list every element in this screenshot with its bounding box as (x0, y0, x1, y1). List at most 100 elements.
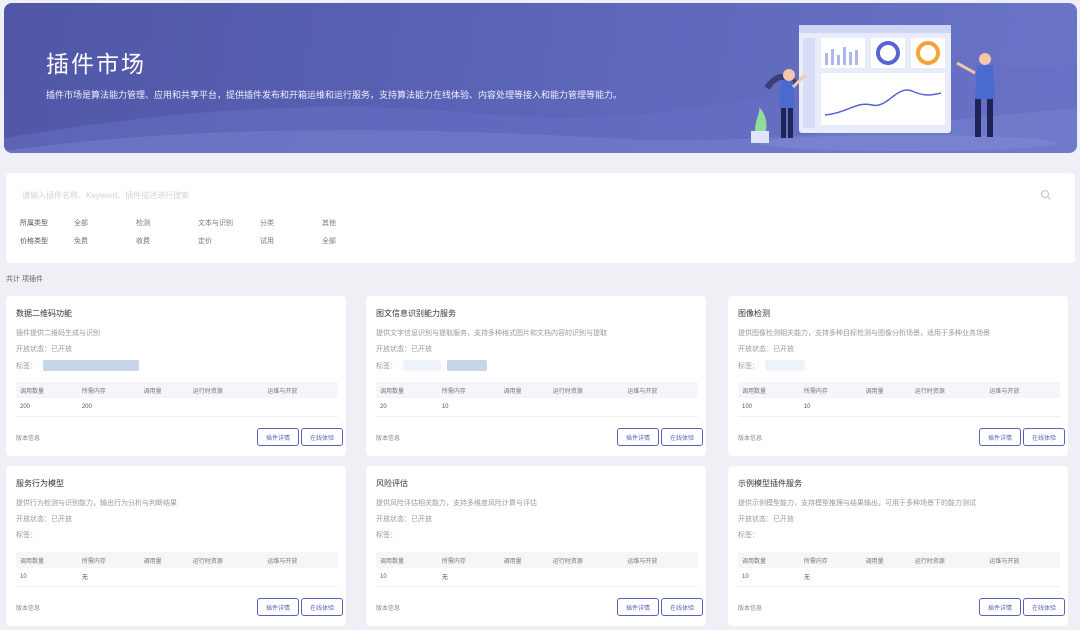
plugin-title[interactable]: 数据二维码功能 (16, 308, 72, 319)
plugin-status: 开放状态：已开放 (16, 346, 72, 353)
filter-option[interactable]: 全部 (322, 236, 384, 246)
tag-label: 标签： (16, 532, 37, 539)
tag-label: 标签： (376, 362, 397, 370)
try-online-button[interactable]: 在线体验 (1023, 428, 1065, 446)
plugin-description: 提供行为检测与识别能力，输出行为分析与判断结果 (16, 500, 177, 507)
table-header: 调用量 (139, 552, 189, 568)
table-row: 10 无 (16, 568, 338, 587)
tag-chip (43, 360, 139, 371)
filter-option[interactable]: 全部 (74, 218, 136, 228)
table-header: 调用数量 (16, 382, 78, 398)
plugin-detail-button[interactable]: 插件详情 (617, 428, 659, 446)
plugin-version: 版本信息 (738, 436, 763, 442)
filter-option[interactable]: 免费 (74, 236, 136, 246)
tag-label: 标签： (376, 532, 397, 539)
table-cell (985, 398, 1060, 417)
table-header: 运维与开放 (623, 552, 698, 568)
filter-option[interactable]: 其他 (322, 218, 384, 228)
table-header-row: 调用数量 所需内存 调用量 运行时资源 运维与开放 (738, 552, 1060, 568)
filter-option[interactable]: 检测 (136, 218, 198, 228)
table-header: 运维与开放 (263, 552, 338, 568)
table-cell (263, 398, 338, 417)
plugin-version: 版本信息 (16, 606, 41, 612)
filter-option[interactable]: 定价 (198, 236, 260, 246)
filter-label: 所属类型 (20, 220, 48, 227)
plugin-title[interactable]: 服务行为模型 (16, 478, 64, 489)
try-online-button[interactable]: 在线体验 (301, 428, 343, 446)
table-cell (623, 568, 698, 587)
table-header: 所需内存 (77, 382, 140, 398)
plugin-stats-table: 调用数量 所需内存 调用量 运行时资源 运维与开放 20 10 (376, 382, 698, 417)
plugin-description: 提供示例模型能力，支持模型推理与结果输出，可用于多种场景下的能力测试 (738, 500, 976, 507)
table-cell: 10 (16, 568, 78, 587)
table-cell (910, 568, 986, 587)
table-header: 运行时资源 (910, 382, 986, 398)
plugin-title[interactable]: 示例模型插件服务 (738, 478, 802, 489)
plugin-card: 服务行为模型 提供行为检测与识别能力，输出行为分析与判断结果 开放状态：已开放 … (6, 466, 346, 626)
table-header: 调用量 (499, 552, 549, 568)
tag-chip (447, 360, 487, 371)
plugin-detail-button[interactable]: 插件详情 (617, 598, 659, 616)
table-cell: 200 (77, 398, 140, 417)
plugin-stats-table: 调用数量 所需内存 调用量 运行时资源 运维与开放 200 200 (16, 382, 338, 417)
table-header: 调用数量 (16, 552, 78, 568)
table-header: 调用量 (861, 382, 911, 398)
search-bar (20, 185, 1065, 205)
plugin-version: 版本信息 (376, 606, 401, 612)
hero-banner: 插件市场 插件市场是算法能力管理、应用和共享平台，提供插件发布和开箱运维和运行服… (4, 3, 1077, 153)
plugin-card: 示例模型插件服务 提供示例模型能力，支持模型推理与结果输出，可用于多种场景下的能… (728, 466, 1068, 626)
table-cell: 10 (799, 398, 862, 417)
try-online-button[interactable]: 在线体验 (661, 428, 703, 446)
table-cell (188, 568, 264, 587)
table-header: 运维与开放 (623, 382, 698, 398)
plugin-detail-button[interactable]: 插件详情 (257, 598, 299, 616)
search-icon[interactable] (1040, 189, 1052, 201)
table-header-row: 调用数量 所需内存 调用量 运行时资源 运维与开放 (16, 382, 338, 398)
table-header: 所需内存 (77, 552, 140, 568)
plugin-version: 版本信息 (16, 436, 41, 442)
try-online-button[interactable]: 在线体验 (1023, 598, 1065, 616)
plugin-detail-button[interactable]: 插件详情 (979, 428, 1021, 446)
plugin-stats-table: 调用数量 所需内存 调用量 运行时资源 运维与开放 10 无 (376, 552, 698, 587)
table-cell (139, 398, 189, 417)
try-online-button[interactable]: 在线体验 (301, 598, 343, 616)
plugin-card: 图像检测 提供图像检测相关能力，支持多种目标检测与图像分析场景，适用于多种业务场… (728, 296, 1068, 456)
table-header: 运维与开放 (985, 382, 1060, 398)
table-cell (910, 398, 986, 417)
table-cell (985, 568, 1060, 587)
plugin-title[interactable]: 风险评估 (376, 478, 408, 489)
plugin-card: 数据二维码功能 插件提供二维码生成与识别 开放状态：已开放 标签： 调用数量 所… (6, 296, 346, 456)
table-cell (623, 398, 698, 417)
table-header: 运行时资源 (910, 552, 986, 568)
plugin-status: 开放状态：已开放 (738, 516, 794, 523)
table-cell (139, 568, 189, 587)
filter-option[interactable]: 收费 (136, 236, 198, 246)
table-cell (548, 568, 624, 587)
table-cell (188, 398, 264, 417)
table-header-row: 调用数量 所需内存 调用量 运行时资源 运维与开放 (376, 382, 698, 398)
table-header: 运行时资源 (548, 552, 624, 568)
tag-chip (403, 360, 441, 371)
table-header: 调用数量 (738, 382, 800, 398)
table-cell (499, 568, 549, 587)
plugin-detail-button[interactable]: 插件详情 (257, 428, 299, 446)
table-header: 所需内存 (437, 382, 500, 398)
table-header: 所需内存 (437, 552, 500, 568)
filter-option[interactable]: 试用 (260, 236, 322, 246)
plugin-stats-table: 调用数量 所需内存 调用量 运行时资源 运维与开放 10 无 (16, 552, 338, 587)
tag-label: 标签： (16, 362, 37, 370)
filter-option[interactable]: 文本与识别 (198, 218, 260, 228)
table-header: 运行时资源 (188, 382, 264, 398)
plugin-title[interactable]: 图像检测 (738, 308, 770, 319)
try-online-button[interactable]: 在线体验 (661, 598, 703, 616)
table-cell (861, 568, 911, 587)
plugin-tags: 标签： (16, 360, 139, 371)
plugin-title[interactable]: 图文信息识别能力服务 (376, 308, 456, 319)
search-input[interactable] (20, 189, 1040, 201)
filter-option[interactable]: 分类 (260, 218, 322, 228)
plugin-detail-button[interactable]: 插件详情 (979, 598, 1021, 616)
plugin-card: 图文信息识别能力服务 提供文字信息识别与提取服务，支持多种格式图片和文档内容的识… (366, 296, 706, 456)
result-count-prefix: 共计 (6, 276, 20, 283)
table-header: 运行时资源 (188, 552, 264, 568)
banner-description: 插件市场是算法能力管理、应用和共享平台，提供插件发布和开箱运维和运行服务，支持算… (46, 90, 623, 100)
